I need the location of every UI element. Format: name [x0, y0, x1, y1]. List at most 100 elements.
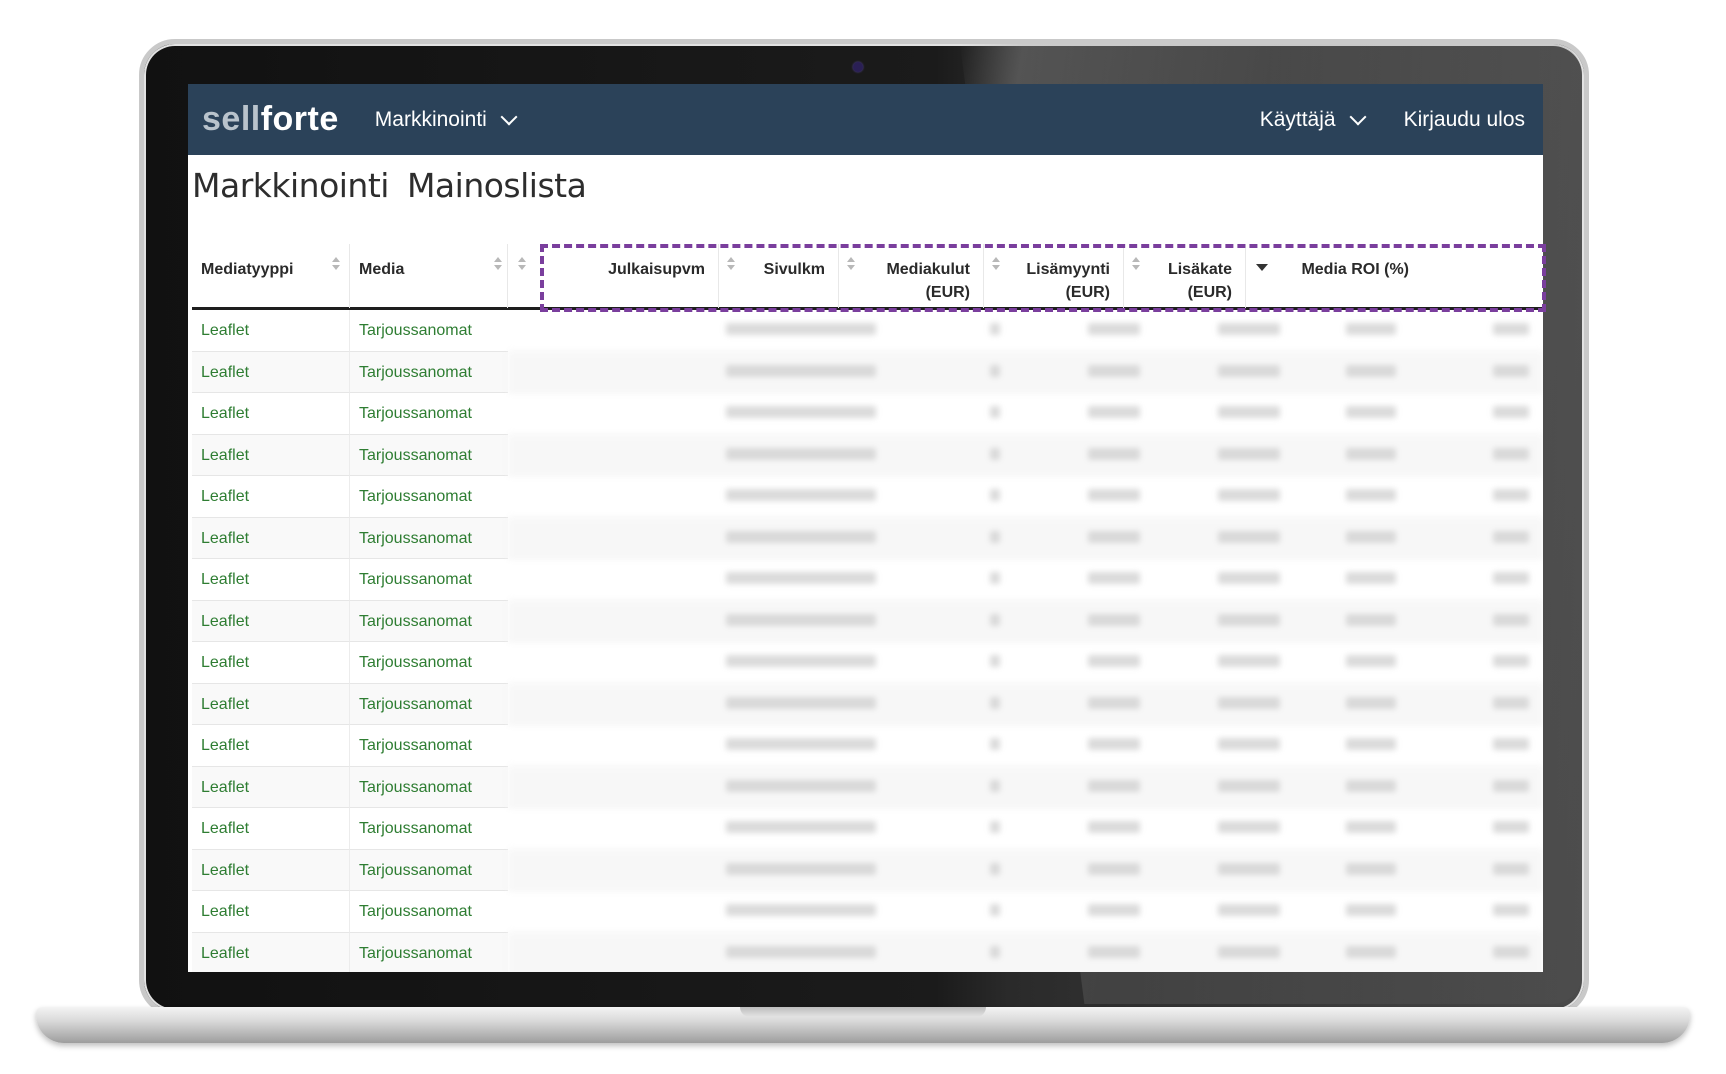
blurred-value: [1346, 696, 1396, 709]
table-row[interactable]: Leaflet Tarjoussanomat: [192, 766, 1543, 808]
column-header-mediatyyppi[interactable]: Mediatyyppi: [192, 244, 350, 308]
column-header-mediakulut[interactable]: Mediakulut (EUR): [839, 244, 984, 308]
blurred-value: [1493, 862, 1529, 875]
blurred-value: [1493, 821, 1529, 833]
sort-icon[interactable]: [992, 257, 1000, 271]
blurred-values: [508, 932, 1543, 972]
blurred-values: [508, 683, 1543, 725]
blurred-value: [1346, 530, 1396, 543]
cell-mediatyyppi[interactable]: Leaflet: [192, 849, 350, 891]
table-row[interactable]: Leaflet Tarjoussanomat: [192, 310, 1543, 352]
cell-media[interactable]: Tarjoussanomat: [350, 310, 508, 352]
table-row[interactable]: Leaflet Tarjoussanomat: [192, 600, 1543, 642]
blurred-value: [1493, 406, 1529, 418]
cell-mediatyyppi[interactable]: Leaflet: [192, 725, 350, 767]
cell-mediatyyppi[interactable]: Leaflet: [192, 517, 350, 559]
table-row[interactable]: Leaflet Tarjoussanomat: [192, 476, 1543, 518]
table-row[interactable]: Leaflet Tarjoussanomat: [192, 891, 1543, 933]
column-header-julkaisupvm[interactable]: Julkaisupvm: [508, 244, 719, 308]
sellforte-logo[interactable]: sellforte: [202, 100, 339, 139]
cell-media[interactable]: Tarjoussanomat: [350, 559, 508, 601]
cell-media[interactable]: Tarjoussanomat: [350, 932, 508, 972]
blurred-value: [1088, 904, 1140, 916]
blurred-value: [1088, 945, 1140, 958]
blurred-value: [1218, 323, 1280, 335]
cell-mediatyyppi[interactable]: Leaflet: [192, 476, 350, 518]
sort-icon[interactable]: [494, 257, 502, 271]
cell-mediatyyppi[interactable]: Leaflet: [192, 891, 350, 933]
cell-mediatyyppi[interactable]: Leaflet: [192, 642, 350, 684]
blurred-value: [1493, 323, 1529, 335]
cell-media[interactable]: Tarjoussanomat: [350, 725, 508, 767]
table-row[interactable]: Leaflet Tarjoussanomat: [192, 559, 1543, 601]
sort-icon[interactable]: [332, 257, 340, 271]
blurred-value: [726, 821, 876, 833]
cell-mediatyyppi[interactable]: Leaflet: [192, 932, 350, 972]
cell-media[interactable]: Tarjoussanomat: [350, 434, 508, 476]
cell-media[interactable]: Tarjoussanomat: [350, 393, 508, 435]
blurred-value: [1218, 364, 1280, 377]
table-row[interactable]: Leaflet Tarjoussanomat: [192, 351, 1543, 393]
blurred-value: [990, 696, 1000, 709]
cell-mediatyyppi[interactable]: Leaflet: [192, 808, 350, 850]
table-row[interactable]: Leaflet Tarjoussanomat: [192, 808, 1543, 850]
cell-media[interactable]: Tarjoussanomat: [350, 600, 508, 642]
column-header-media[interactable]: Media: [350, 244, 508, 308]
sort-icon[interactable]: [727, 257, 735, 271]
cell-media[interactable]: Tarjoussanomat: [350, 683, 508, 725]
cell-media[interactable]: Tarjoussanomat: [350, 476, 508, 518]
column-header-media-roi[interactable]: Media ROI (%): [1246, 244, 1422, 308]
blurred-values: [508, 517, 1543, 559]
blurred-value: [1346, 862, 1396, 875]
cell-media[interactable]: Tarjoussanomat: [350, 891, 508, 933]
cell-mediatyyppi[interactable]: Leaflet: [192, 559, 350, 601]
table-row[interactable]: Leaflet Tarjoussanomat: [192, 642, 1543, 684]
blurred-values: [508, 642, 1543, 684]
cell-mediatyyppi[interactable]: Leaflet: [192, 310, 350, 352]
cell-media[interactable]: Tarjoussanomat: [350, 642, 508, 684]
blurred-values: [508, 310, 1543, 352]
sort-icon[interactable]: [847, 257, 855, 271]
blurred-value: [1493, 447, 1529, 460]
blurred-value: [1088, 323, 1140, 335]
blurred-value: [990, 904, 1000, 916]
column-header-lisamyynti[interactable]: Lisämyynti (EUR): [984, 244, 1124, 308]
blurred-value: [1088, 447, 1140, 460]
blurred-values: [508, 351, 1543, 393]
nav-user-label: Käyttäjä: [1259, 107, 1336, 131]
nav-marketing-menu[interactable]: Markkinointi: [375, 108, 518, 132]
sort-icon[interactable]: [518, 257, 526, 271]
cell-media[interactable]: Tarjoussanomat: [350, 351, 508, 393]
cell-mediatyyppi[interactable]: Leaflet: [192, 393, 350, 435]
cell-media[interactable]: Tarjoussanomat: [350, 766, 508, 808]
blurred-value: [1218, 447, 1280, 460]
sort-descending-icon[interactable]: [1256, 264, 1268, 271]
blurred-value: [1218, 904, 1280, 916]
blurred-value: [726, 323, 876, 335]
blurred-value: [990, 821, 1000, 833]
table-row[interactable]: Leaflet Tarjoussanomat: [192, 517, 1543, 559]
blurred-value: [1346, 779, 1396, 792]
sort-icon[interactable]: [1132, 257, 1140, 271]
table-row[interactable]: Leaflet Tarjoussanomat: [192, 434, 1543, 476]
cell-mediatyyppi[interactable]: Leaflet: [192, 683, 350, 725]
column-header-lisakate[interactable]: Lisäkate (EUR): [1124, 244, 1246, 308]
cell-mediatyyppi[interactable]: Leaflet: [192, 351, 350, 393]
table-row[interactable]: Leaflet Tarjoussanomat: [192, 683, 1543, 725]
blurred-value: [990, 489, 1000, 501]
blurred-value: [726, 862, 876, 875]
cell-mediatyyppi[interactable]: Leaflet: [192, 600, 350, 642]
cell-mediatyyppi[interactable]: Leaflet: [192, 766, 350, 808]
cell-media[interactable]: Tarjoussanomat: [350, 849, 508, 891]
cell-media[interactable]: Tarjoussanomat: [350, 517, 508, 559]
logout-link[interactable]: Kirjaudu ulos: [1404, 108, 1525, 132]
table-row[interactable]: Leaflet Tarjoussanomat: [192, 932, 1543, 972]
cell-mediatyyppi[interactable]: Leaflet: [192, 434, 350, 476]
blurred-value: [1493, 655, 1529, 667]
table-row[interactable]: Leaflet Tarjoussanomat: [192, 725, 1543, 767]
column-header-sivulkm[interactable]: Sivulkm: [719, 244, 839, 308]
nav-user-menu[interactable]: Käyttäjä: [1259, 107, 1367, 132]
table-row[interactable]: Leaflet Tarjoussanomat: [192, 849, 1543, 891]
cell-media[interactable]: Tarjoussanomat: [350, 808, 508, 850]
table-row[interactable]: Leaflet Tarjoussanomat: [192, 393, 1543, 435]
